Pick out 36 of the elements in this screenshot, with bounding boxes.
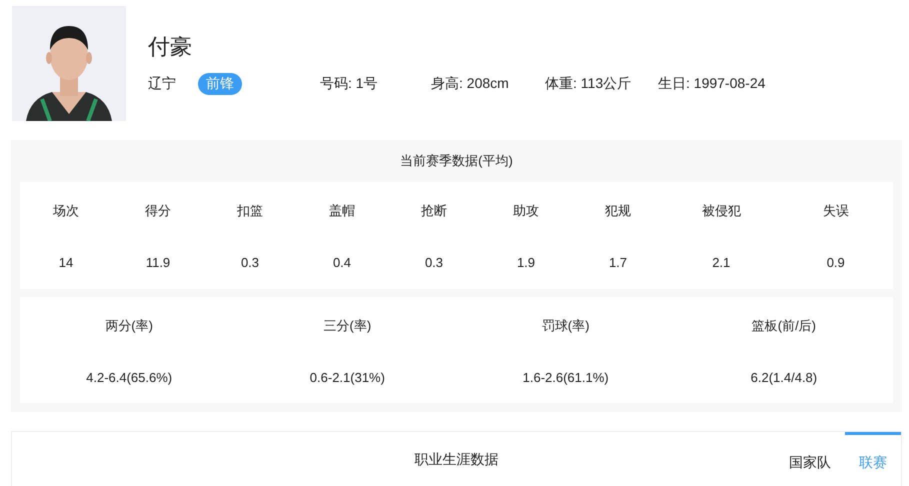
stat-value: 0.6-2.1(31%) bbox=[308, 370, 386, 385]
player-name: 付豪 bbox=[148, 34, 193, 60]
stat-label: 抢断 bbox=[420, 202, 448, 220]
stat-value: 2.1 bbox=[711, 255, 732, 270]
stat-value: 1.9 bbox=[516, 255, 536, 270]
stat-value: 0.3 bbox=[424, 255, 444, 270]
stat-label: 篮板(前/后) bbox=[750, 317, 818, 335]
stat-label: 扣篮 bbox=[236, 202, 264, 220]
stat-label: 失误 bbox=[822, 202, 850, 220]
stat-label: 被侵犯 bbox=[700, 202, 742, 220]
section-title: 职业生涯数据 bbox=[414, 450, 498, 469]
stat-value: 0.9 bbox=[826, 255, 846, 270]
stat-value: 0.4 bbox=[332, 255, 352, 270]
stat-value: 6.2(1.4/4.8) bbox=[750, 370, 818, 385]
team-name: 辽宁 bbox=[148, 75, 177, 93]
stat-label: 三分(率) bbox=[322, 317, 372, 335]
stat-label: 得分 bbox=[144, 202, 172, 220]
stat-label: 助攻 bbox=[512, 202, 540, 220]
stat-value: 14 bbox=[58, 255, 74, 270]
stat-value: 0.3 bbox=[240, 255, 260, 270]
stat-label: 罚球(率) bbox=[540, 317, 590, 335]
section-title: 当前赛季数据(平均) bbox=[399, 152, 514, 170]
stat-value: 1.7 bbox=[608, 255, 628, 270]
player-fact: 体重: 113公斤 bbox=[545, 75, 632, 93]
stat-label: 场次 bbox=[52, 202, 80, 220]
stat-value: 4.2-6.4(65.6%) bbox=[85, 370, 174, 385]
player-fact: 身高: 208cm bbox=[431, 75, 510, 93]
player-fact: 号码: 1号 bbox=[320, 75, 379, 93]
player-fact: 生日: 1997-08-24 bbox=[658, 75, 766, 93]
stat-label: 盖帽 bbox=[328, 202, 356, 220]
stat-label: 两分(率) bbox=[104, 317, 154, 335]
position-tag: 前锋 bbox=[198, 73, 242, 95]
tab[interactable]: 国家队 bbox=[775, 432, 845, 486]
stat-value: 11.9 bbox=[144, 255, 172, 270]
stat-label: 犯规 bbox=[604, 202, 632, 220]
stat-value: 1.6-2.6(61.1%) bbox=[522, 370, 610, 385]
